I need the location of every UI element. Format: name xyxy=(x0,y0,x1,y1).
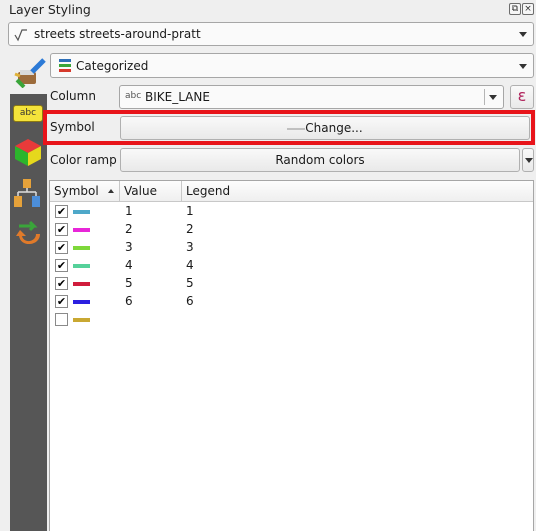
field-type-badge: abc xyxy=(125,91,142,101)
color-ramp-label: Color ramp xyxy=(50,153,117,167)
symbol-swatch[interactable] xyxy=(73,210,90,214)
category-checkbox[interactable] xyxy=(55,313,68,326)
paint-brush-icon[interactable] xyxy=(14,58,46,88)
epsilon-icon: ε xyxy=(517,86,527,105)
category-checkbox[interactable]: ✔ xyxy=(55,259,68,272)
category-checkbox[interactable]: ✔ xyxy=(55,295,68,308)
category-value: 4 xyxy=(125,258,133,272)
column-header-symbol[interactable]: Symbol xyxy=(50,181,120,202)
renderer-select[interactable]: Categorized xyxy=(50,53,534,78)
category-legend: 4 xyxy=(186,258,194,272)
symbol-swatch[interactable] xyxy=(73,264,90,268)
combo-divider xyxy=(484,89,485,105)
category-value: 5 xyxy=(125,276,133,290)
categorized-renderer-icon xyxy=(59,59,71,72)
chevron-down-icon xyxy=(519,63,527,69)
table-header: Symbol Value Legend xyxy=(50,181,533,202)
history-icon[interactable] xyxy=(14,220,42,248)
chevron-down-icon xyxy=(489,95,497,100)
color-ramp-value: Random colors xyxy=(275,153,365,167)
panel-title: Layer Styling xyxy=(9,2,91,17)
color-ramp-button[interactable]: Random colors xyxy=(120,148,520,172)
symbol-swatch[interactable] xyxy=(73,228,90,232)
sort-ascending-icon xyxy=(108,189,114,193)
table-row[interactable] xyxy=(50,311,533,329)
symbol-swatch[interactable] xyxy=(73,246,90,250)
chevron-down-icon xyxy=(525,158,533,163)
category-checkbox[interactable]: ✔ xyxy=(55,241,68,254)
category-legend: 3 xyxy=(186,240,194,254)
categories-table: Symbol Value Legend ✔ 1 1 ✔ 2 2 ✔ 3 3 ✔ 4 4 ✔ 5 5 ✔ 6 6 xyxy=(49,180,534,531)
layer-select-value: streets streets-around-pratt xyxy=(34,27,201,41)
category-checkbox[interactable]: ✔ xyxy=(55,223,68,236)
3d-view-icon[interactable] xyxy=(13,137,43,167)
float-panel-button[interactable]: ⧉ xyxy=(509,3,521,15)
category-value: 3 xyxy=(125,240,133,254)
category-value: 6 xyxy=(125,294,133,308)
column-header-value[interactable]: Value xyxy=(120,181,182,202)
category-legend: 2 xyxy=(186,222,194,236)
color-ramp-dropdown[interactable] xyxy=(522,148,534,172)
expression-button[interactable]: ε xyxy=(510,85,534,109)
symbol-swatch[interactable] xyxy=(73,318,90,322)
table-row[interactable]: ✔ 4 4 xyxy=(50,257,533,275)
panel-title-bar: Layer Styling ⧉ × xyxy=(0,0,536,20)
category-legend: 1 xyxy=(186,204,194,218)
category-legend: 5 xyxy=(186,276,194,290)
renderer-select-value: Categorized xyxy=(76,59,149,73)
column-header-legend[interactable]: Legend xyxy=(182,181,533,202)
column-label: Column xyxy=(50,89,96,103)
labels-badge: abc xyxy=(13,105,43,122)
column-select[interactable]: abc BIKE_LANE xyxy=(119,85,504,109)
line-layer-icon xyxy=(14,29,27,42)
category-value: 1 xyxy=(125,204,133,218)
chevron-down-icon xyxy=(519,32,527,37)
table-row[interactable]: ✔ 2 2 xyxy=(50,221,533,239)
category-checkbox[interactable]: ✔ xyxy=(55,205,68,218)
category-value: 2 xyxy=(125,222,133,236)
table-row[interactable]: ✔ 1 1 xyxy=(50,203,533,221)
table-row[interactable]: ✔ 5 5 xyxy=(50,275,533,293)
layer-select[interactable]: streets streets-around-pratt xyxy=(8,22,534,46)
column-select-value: BIKE_LANE xyxy=(145,90,210,104)
table-row[interactable]: ✔ 6 6 xyxy=(50,293,533,311)
labels-icon[interactable]: abc xyxy=(13,100,43,130)
symbol-swatch[interactable] xyxy=(73,282,90,286)
table-row[interactable]: ✔ 3 3 xyxy=(50,239,533,257)
close-panel-button[interactable]: × xyxy=(522,3,534,15)
highlight-box xyxy=(43,110,535,145)
category-legend: 6 xyxy=(186,294,194,308)
symbol-swatch[interactable] xyxy=(73,300,90,304)
diagrams-icon[interactable] xyxy=(12,177,42,209)
category-checkbox[interactable]: ✔ xyxy=(55,277,68,290)
